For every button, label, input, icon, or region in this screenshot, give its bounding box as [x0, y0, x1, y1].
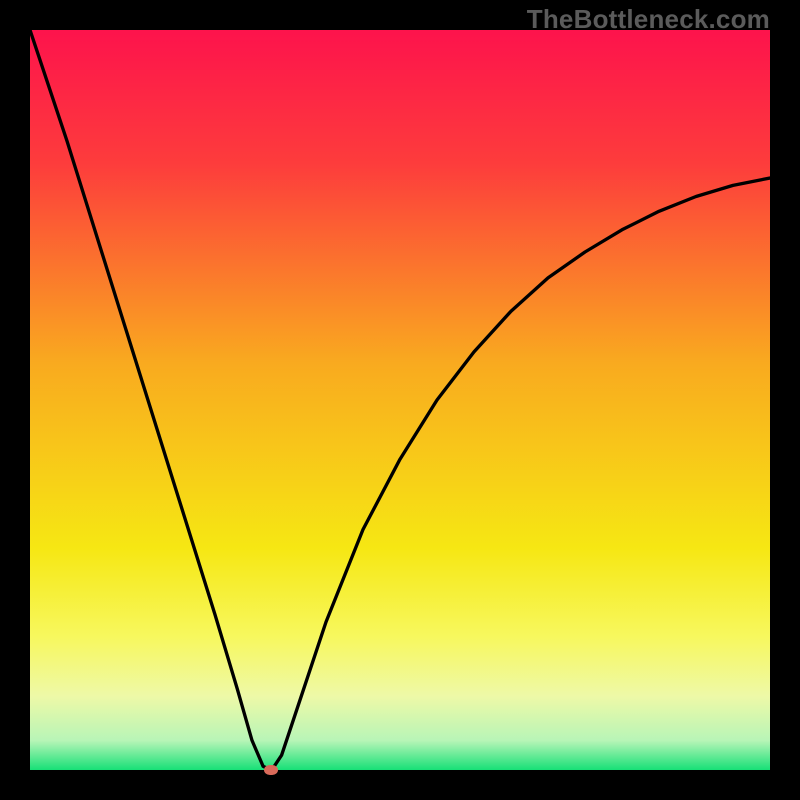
chart-frame: TheBottleneck.com	[0, 0, 800, 800]
bottleneck-curve	[30, 30, 770, 770]
minimum-marker	[264, 765, 278, 775]
plot-gradient-area	[30, 30, 770, 770]
watermark-text: TheBottleneck.com	[527, 4, 770, 35]
curve-path	[30, 30, 770, 770]
